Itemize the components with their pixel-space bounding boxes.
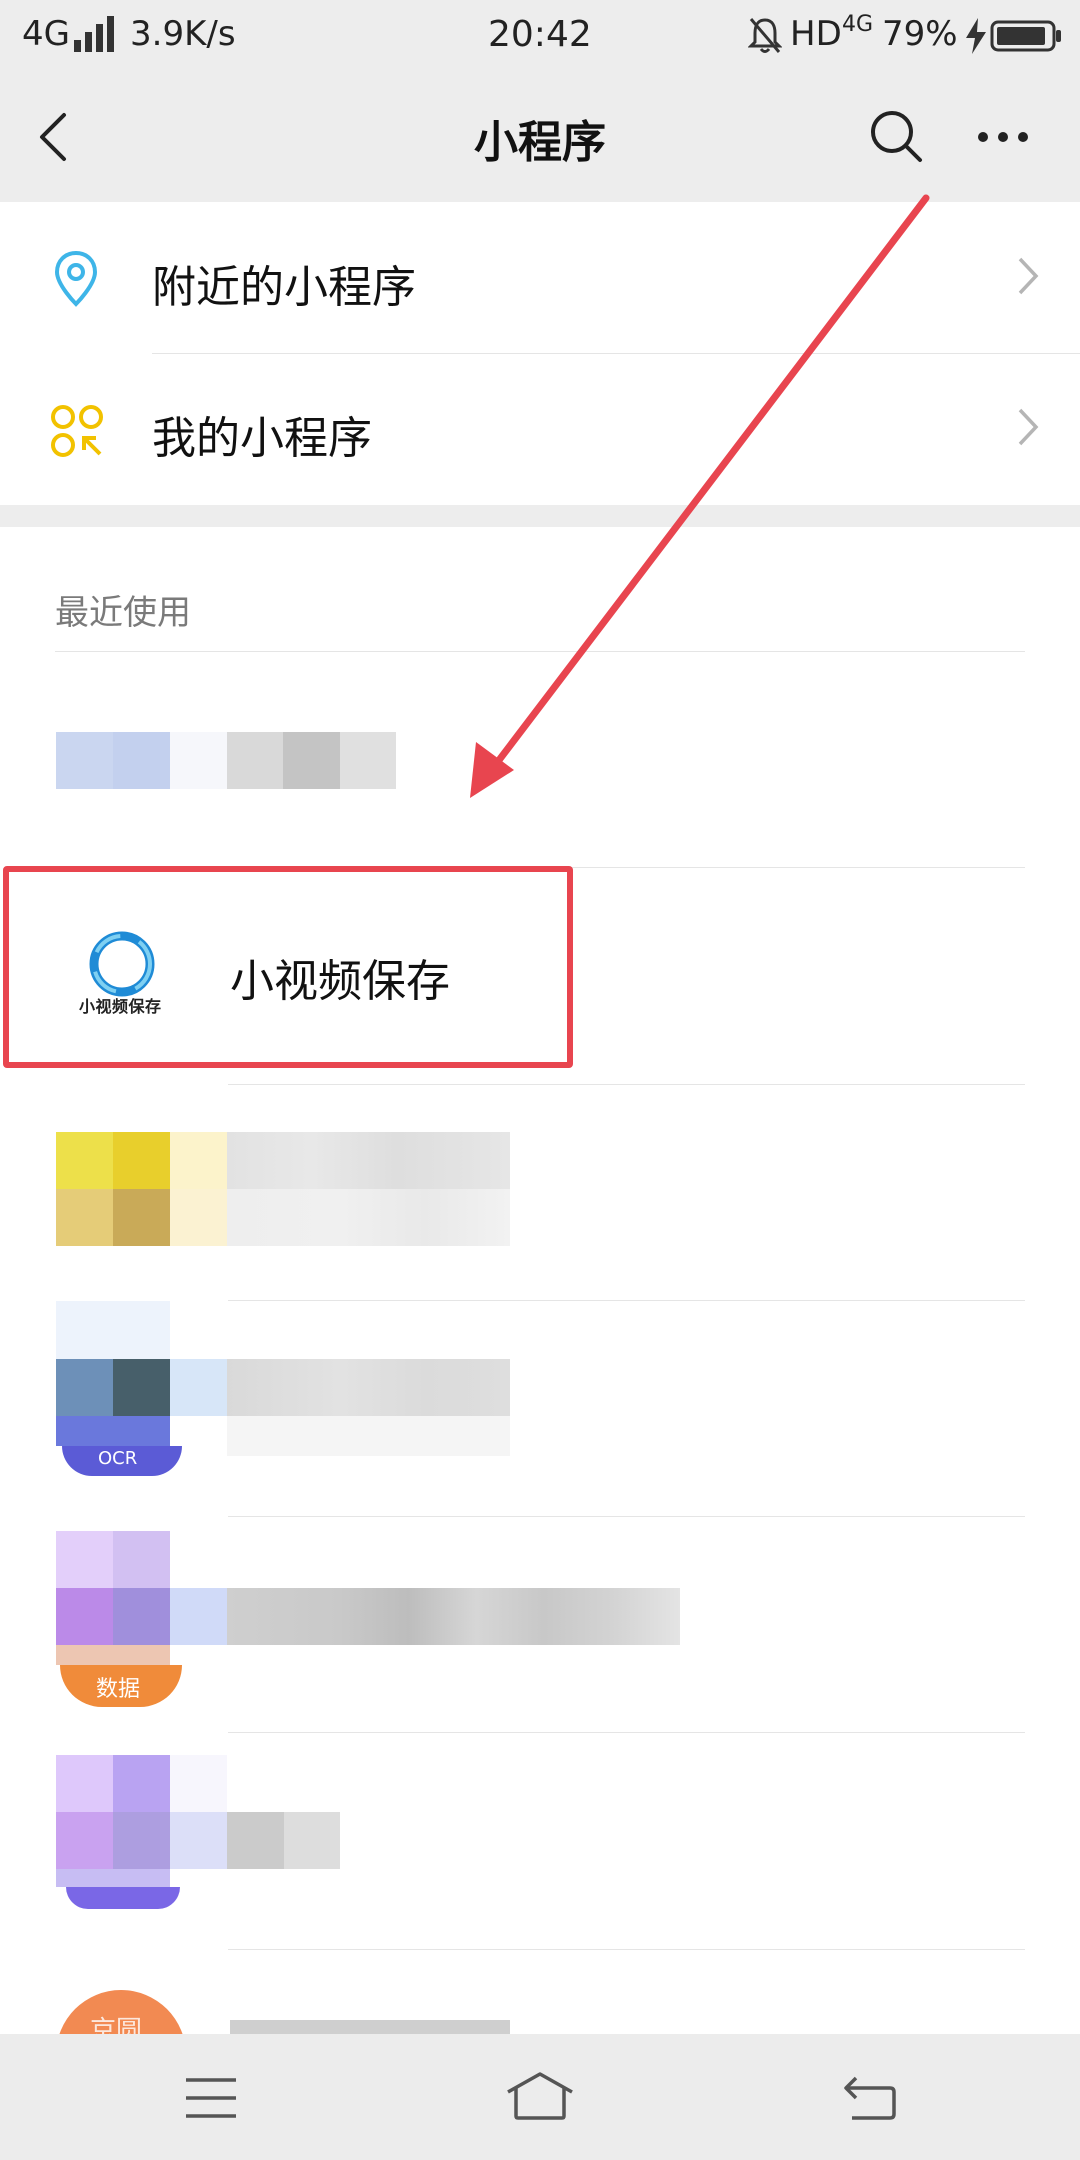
list-item[interactable]: 京圆 xyxy=(0,1950,1080,2034)
blurred-icon xyxy=(66,1887,180,1909)
blurred-icon xyxy=(56,1645,170,1665)
charging-icon xyxy=(966,18,986,54)
blurred-icon xyxy=(170,1812,227,1869)
chevron-right-icon xyxy=(1018,408,1039,446)
status-bar: 4G 3.9K/s 20:42 HD 4G 79% xyxy=(0,0,1080,72)
blurred-icon xyxy=(56,1869,170,1887)
blurred-name xyxy=(340,732,396,789)
network-type-2: 4G xyxy=(842,12,874,37)
blurred-name xyxy=(227,1132,510,1189)
blurred-name xyxy=(227,1359,510,1416)
blurred-name xyxy=(227,732,283,789)
nav-bar: 小程序 xyxy=(0,72,1080,202)
app-name: 小视频保存 xyxy=(230,956,450,1007)
hd-indicator: HD xyxy=(790,14,842,54)
blurred-icon xyxy=(170,1359,227,1416)
search-icon[interactable] xyxy=(868,108,924,164)
blurred-name xyxy=(284,1812,340,1869)
blurred-name xyxy=(227,1416,510,1456)
blurred-icon xyxy=(56,1416,170,1446)
blurred-icon xyxy=(170,1588,227,1645)
network-speed: 3.9K/s xyxy=(130,14,236,54)
data-badge: 数据 xyxy=(60,1665,182,1707)
my-label: 我的小程序 xyxy=(152,413,372,464)
list-item[interactable] xyxy=(0,652,1080,867)
data-badge-text: 数据 xyxy=(96,1677,141,1702)
signal-icon xyxy=(74,16,114,52)
my-mini-programs-row[interactable]: 我的小程序 xyxy=(0,354,1080,504)
home-icon[interactable] xyxy=(504,2070,576,2122)
blurred-icon xyxy=(56,1812,113,1869)
blurred-icon xyxy=(56,1755,113,1812)
nearby-mini-programs-row[interactable]: 附近的小程序 xyxy=(0,203,1080,353)
blurred-name xyxy=(283,732,340,789)
blurred-icon xyxy=(56,1301,170,1359)
location-pin-icon xyxy=(54,250,98,307)
chevron-right-icon xyxy=(1018,257,1039,295)
blurred-icon xyxy=(113,1531,170,1588)
battery-icon xyxy=(990,20,1061,52)
clock: 20:42 xyxy=(488,14,592,55)
blurred-icon xyxy=(113,1359,170,1416)
blurred-icon xyxy=(113,1812,170,1869)
section-gap xyxy=(0,505,1080,527)
blurred-icon xyxy=(170,1189,227,1246)
list-item[interactable] xyxy=(0,1733,1080,1949)
nearby-label: 附近的小程序 xyxy=(152,262,416,313)
blurred-name xyxy=(227,1812,284,1869)
blurred-icon xyxy=(56,1588,113,1645)
blurred-name xyxy=(227,1588,680,1645)
more-icon[interactable] xyxy=(976,130,1030,144)
blurred-icon xyxy=(170,1132,227,1189)
blurred-icon xyxy=(56,732,113,789)
ocr-badge-text: OCR xyxy=(98,1448,138,1469)
ocr-badge: OCR xyxy=(62,1446,182,1476)
blurred-icon xyxy=(56,1359,113,1416)
list-item[interactable] xyxy=(0,1085,1080,1300)
return-icon[interactable] xyxy=(842,2074,898,2122)
blurred-name xyxy=(230,2020,510,2034)
battery-percent: 79% xyxy=(882,14,958,54)
app-icon: 京圆 xyxy=(56,1990,186,2034)
blurred-icon xyxy=(56,1189,113,1246)
blurred-icon xyxy=(56,1531,113,1588)
menu-icon[interactable] xyxy=(184,2076,238,2120)
network-type: 4G xyxy=(22,14,70,54)
blurred-icon xyxy=(113,732,170,789)
recent-section-title: 最近使用 xyxy=(55,593,191,633)
app-icon-text: 京圆 xyxy=(90,2016,143,2034)
blurred-name xyxy=(227,1189,510,1246)
blurred-icon xyxy=(170,1755,227,1812)
system-nav-bar xyxy=(0,2034,1080,2160)
list-item[interactable]: OCR xyxy=(0,1301,1080,1516)
blurred-icon xyxy=(113,1132,170,1189)
blurred-icon xyxy=(113,1189,170,1246)
blurred-icon xyxy=(113,1755,170,1812)
mini-program-grid-icon xyxy=(51,405,103,457)
blurred-icon xyxy=(113,1588,170,1645)
mute-bell-icon xyxy=(748,18,782,53)
blurred-icon xyxy=(170,732,227,789)
list-item[interactable]: 数据 xyxy=(0,1517,1080,1732)
blurred-icon xyxy=(56,1132,113,1189)
